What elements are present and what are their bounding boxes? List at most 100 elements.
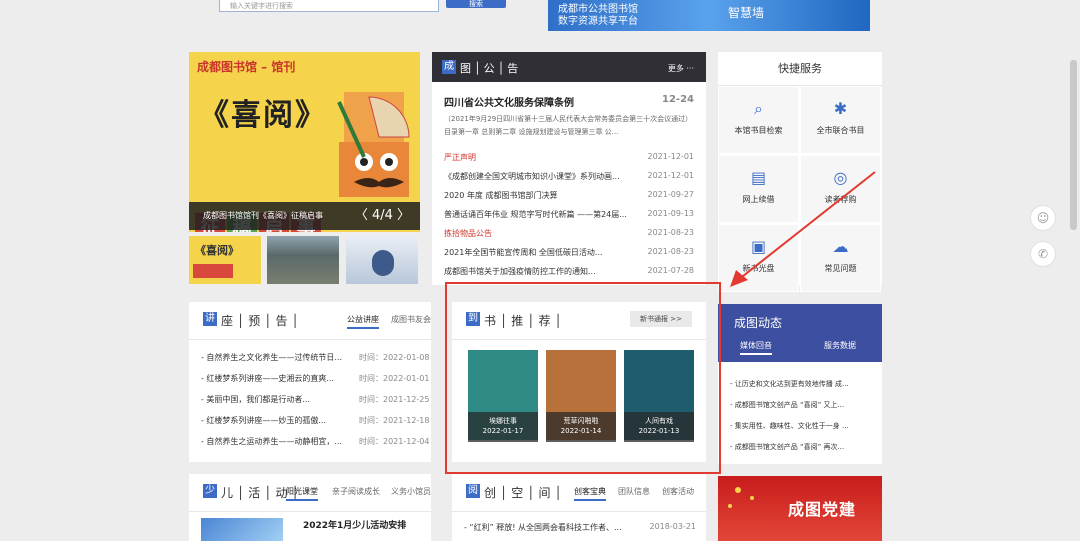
- list-item[interactable]: 《成都创建全国文明城市知识小课堂》系列动画... 2021-12-01: [432, 167, 706, 186]
- item-title[interactable]: 普通话诵百年伟业 规范字写时代新篇 ——第24届...: [444, 209, 634, 220]
- featured-announcement-date: 12-24: [662, 94, 694, 105]
- list-item[interactable]: 2021年全国节能宣传周和 全国低碳日活动... 2021-08-23: [432, 243, 706, 262]
- phone-icon[interactable]: ✆: [1030, 241, 1056, 267]
- scrollbar[interactable]: [1070, 60, 1077, 230]
- magazine-title: 成都图书馆 – 馆刊: [197, 60, 296, 74]
- item-date: 2021-12-01: [647, 171, 695, 180]
- list-item[interactable]: 普通话诵百年伟业 规范字写时代新篇 ——第24届... 2021-09-13: [432, 205, 706, 224]
- kids-activity-panel: 少 儿│活│动│ 阳光课堂 亲子阅读成长 义务小馆员 2022年1月少儿活动安排: [189, 474, 431, 541]
- thumbnail-1[interactable]: 《喜阅》: [189, 236, 261, 284]
- item-title[interactable]: - 自然养生之运动养生——动静相宜，...: [201, 436, 346, 447]
- tab-maker-activity[interactable]: 创客活动: [662, 486, 694, 497]
- item-date: 时间：2022-01-01: [359, 374, 430, 383]
- list-item[interactable]: - 红楼梦系列讲座——妙玉的孤傲... 时间：2021-12-18: [189, 411, 431, 432]
- item-date: 2021-09-13: [647, 209, 695, 218]
- banner-line2: 数字资源共享平台: [558, 16, 638, 27]
- kids-activity-image[interactable]: [201, 518, 283, 541]
- announcement-list: 严正声明 2021-12-01 《成都创建全国文明城市知识小课堂》系列动画... 2…: [432, 148, 706, 281]
- flag-image: [728, 487, 754, 508]
- announcement-tag: 成: [442, 60, 456, 74]
- thumbnail-2[interactable]: [267, 236, 339, 284]
- library-news-panel: 成图动态 媒体回音 服务数据 - 让历史和文化达到更有效地传播 成... - 成…: [718, 304, 882, 464]
- tab-sunshine-class[interactable]: 阳光课堂: [286, 486, 318, 501]
- list-item[interactable]: - 成都图书馆文创产品 “喜阅” 又上...: [718, 395, 882, 416]
- list-item[interactable]: - 美丽中国，我们都是行动者... 时间：2021-12-25: [189, 390, 431, 411]
- list-item[interactable]: - 自然养生之文化养生——过传统节日... 时间：2022-01-08: [189, 348, 431, 369]
- catalog-search-button[interactable]: ⌕ 本馆书目检索: [718, 86, 799, 154]
- network-icon: ✱: [833, 99, 848, 118]
- cell-label: 本馆书目检索: [734, 126, 783, 135]
- item-date: 2018-03-21: [649, 522, 697, 531]
- chat-icon[interactable]: ☺: [1030, 205, 1056, 231]
- item-title[interactable]: 严正声明: [444, 152, 634, 163]
- announcement-panel: 成 图│公│告 更多 ··· 四川省公共文化服务保障条例 12-24 （2021…: [432, 52, 706, 285]
- thumbnail-figure: [372, 250, 394, 276]
- lecture-panel: 讲 座│预│告│ 公益讲座 成图书友会 - 自然养生之文化养生——过传统节日..…: [189, 302, 431, 462]
- library-news-header: 成图动态 媒体回音 服务数据: [718, 304, 882, 362]
- item-title[interactable]: - “红利” 释放! 从全国两会看科技工作者、...: [464, 523, 622, 532]
- search-button[interactable]: 搜索: [446, 0, 506, 8]
- list-item[interactable]: - 红楼梦系列讲座——史湘云的直爽... 时间：2022-01-01: [189, 369, 431, 390]
- digital-resource-banner[interactable]: 成都市公共图书馆 数字资源共享平台 智慧墙: [548, 0, 870, 31]
- tab-book-club[interactable]: 成图书友会: [391, 314, 431, 325]
- party-building-banner[interactable]: 成图党建: [718, 476, 882, 541]
- union-catalog-button[interactable]: ✱ 全市联合书目: [800, 86, 881, 154]
- magazine-big-title: 《喜阅》: [199, 98, 327, 133]
- thumbnail-3[interactable]: [346, 236, 418, 284]
- tab-team-info[interactable]: 团队信息: [618, 486, 650, 497]
- search-icon: ⌕: [754, 99, 763, 118]
- item-title[interactable]: 《成都创建全国文明城市知识小课堂》系列动画...: [444, 171, 634, 182]
- tab-service-data[interactable]: 服务数据: [824, 340, 856, 351]
- kids-news-title[interactable]: 2022年1月少儿活动安排: [303, 518, 406, 531]
- lecture-list: - 自然养生之文化养生——过传统节日... 时间：2022-01-08 - 红楼梦…: [189, 348, 431, 453]
- featured-announcement-title[interactable]: 四川省公共文化服务保障条例: [444, 94, 574, 109]
- list-item[interactable]: - 自然养生之运动养生——动静相宜，... 时间：2021-12-04: [189, 432, 431, 453]
- item-title[interactable]: - 红楼梦系列讲座——史湘云的直爽...: [201, 373, 346, 384]
- item-title[interactable]: 2021年全国节能宣传周和 全国低碳日活动...: [444, 247, 634, 258]
- list-item[interactable]: 成都图书馆关于加强疫情防控工作的通知... 2021-07-28: [432, 262, 706, 281]
- kids-tag: 少: [203, 484, 217, 498]
- library-news-list: - 让历史和文化达到更有效地传播 成... - 成都图书馆文创产品 “喜阅” 又…: [718, 374, 882, 458]
- featured-announcement-desc: （2021年9月29日四川省第十三届人民代表大会常务委员会第三十次会议通过）目录…: [444, 115, 693, 136]
- tab-public-lecture[interactable]: 公益讲座: [347, 314, 379, 329]
- highlight-box: [445, 282, 721, 474]
- item-date: 2021-08-23: [647, 228, 695, 237]
- list-item[interactable]: - 成都图书馆文创产品 “喜阅” 再次...: [718, 437, 882, 458]
- thumbnail-sign: [193, 264, 233, 278]
- thumbnail-1-text: 《喜阅》: [195, 244, 239, 257]
- item-title[interactable]: 2020 年度 成都图书馆部门决算: [444, 190, 634, 201]
- item-date: 时间：2021-12-25: [359, 395, 430, 404]
- lecture-tag: 讲: [203, 312, 217, 326]
- kids-header: 少 儿│活│动│ 阳光课堂 亲子阅读成长 义务小馆员: [189, 474, 431, 512]
- carousel-caption-text: 成都图书馆馆刊《喜阅》征稿启事: [203, 211, 323, 220]
- lecture-header: 讲 座│预│告│ 公益讲座 成图书友会: [189, 302, 431, 340]
- item-date: 时间：2021-12-04: [359, 437, 430, 446]
- item-title[interactable]: - 红楼梦系列讲座——妙玉的孤傲...: [201, 415, 346, 426]
- item-date: 2021-09-27: [647, 190, 695, 199]
- carousel-caption[interactable]: 成都图书馆馆刊《喜阅》征稿启事 〈 4/4 〉: [189, 202, 420, 230]
- list-item[interactable]: - 集实用性、趣味性、文化性于一身 ...: [718, 416, 882, 437]
- tab-maker-guide[interactable]: 创客宝典: [574, 486, 606, 501]
- tab-volunteer[interactable]: 义务小馆员: [391, 486, 431, 497]
- creative-title: 创│空│间│: [484, 486, 566, 500]
- list-item[interactable]: 拣拾物品公告 2021-08-23: [432, 224, 706, 243]
- item-date: 2021-12-01: [647, 152, 695, 161]
- item-date: 时间：2022-01-08: [359, 353, 430, 362]
- carousel-pager[interactable]: 〈 4/4 〉: [355, 202, 410, 230]
- tab-family-reading[interactable]: 亲子阅读成长: [332, 486, 380, 497]
- list-item[interactable]: - 让历史和文化达到更有效地传播 成...: [718, 374, 882, 395]
- cell-label: 全市联合书目: [816, 126, 865, 135]
- list-item[interactable]: 严正声明 2021-12-01: [432, 148, 706, 167]
- item-title[interactable]: 拣拾物品公告: [444, 228, 634, 239]
- list-item[interactable]: 2020 年度 成都图书馆部门决算 2021-09-27: [432, 186, 706, 205]
- creative-space-panel: 阅 创│空│间│ 创客宝典 团队信息 创客活动 - “红利” 释放! 从全国两会…: [452, 474, 706, 541]
- item-title[interactable]: 成都图书馆关于加强疫情防控工作的通知...: [444, 266, 634, 277]
- search-input[interactable]: 输入关键字进行搜索: [219, 0, 439, 12]
- cartoon-face-image: [337, 92, 410, 197]
- item-title[interactable]: - 美丽中国，我们都是行动者...: [201, 394, 346, 405]
- list-item[interactable]: - “红利” 释放! 从全国两会看科技工作者、... 2018-03-21: [464, 522, 696, 533]
- announcement-more-link[interactable]: 更多 ···: [668, 63, 694, 74]
- carousel-thumbnails[interactable]: 《喜阅》: [189, 236, 420, 284]
- item-title[interactable]: - 自然养生之文化养生——过传统节日...: [201, 352, 346, 363]
- tab-media-echo[interactable]: 媒体回音: [740, 340, 772, 355]
